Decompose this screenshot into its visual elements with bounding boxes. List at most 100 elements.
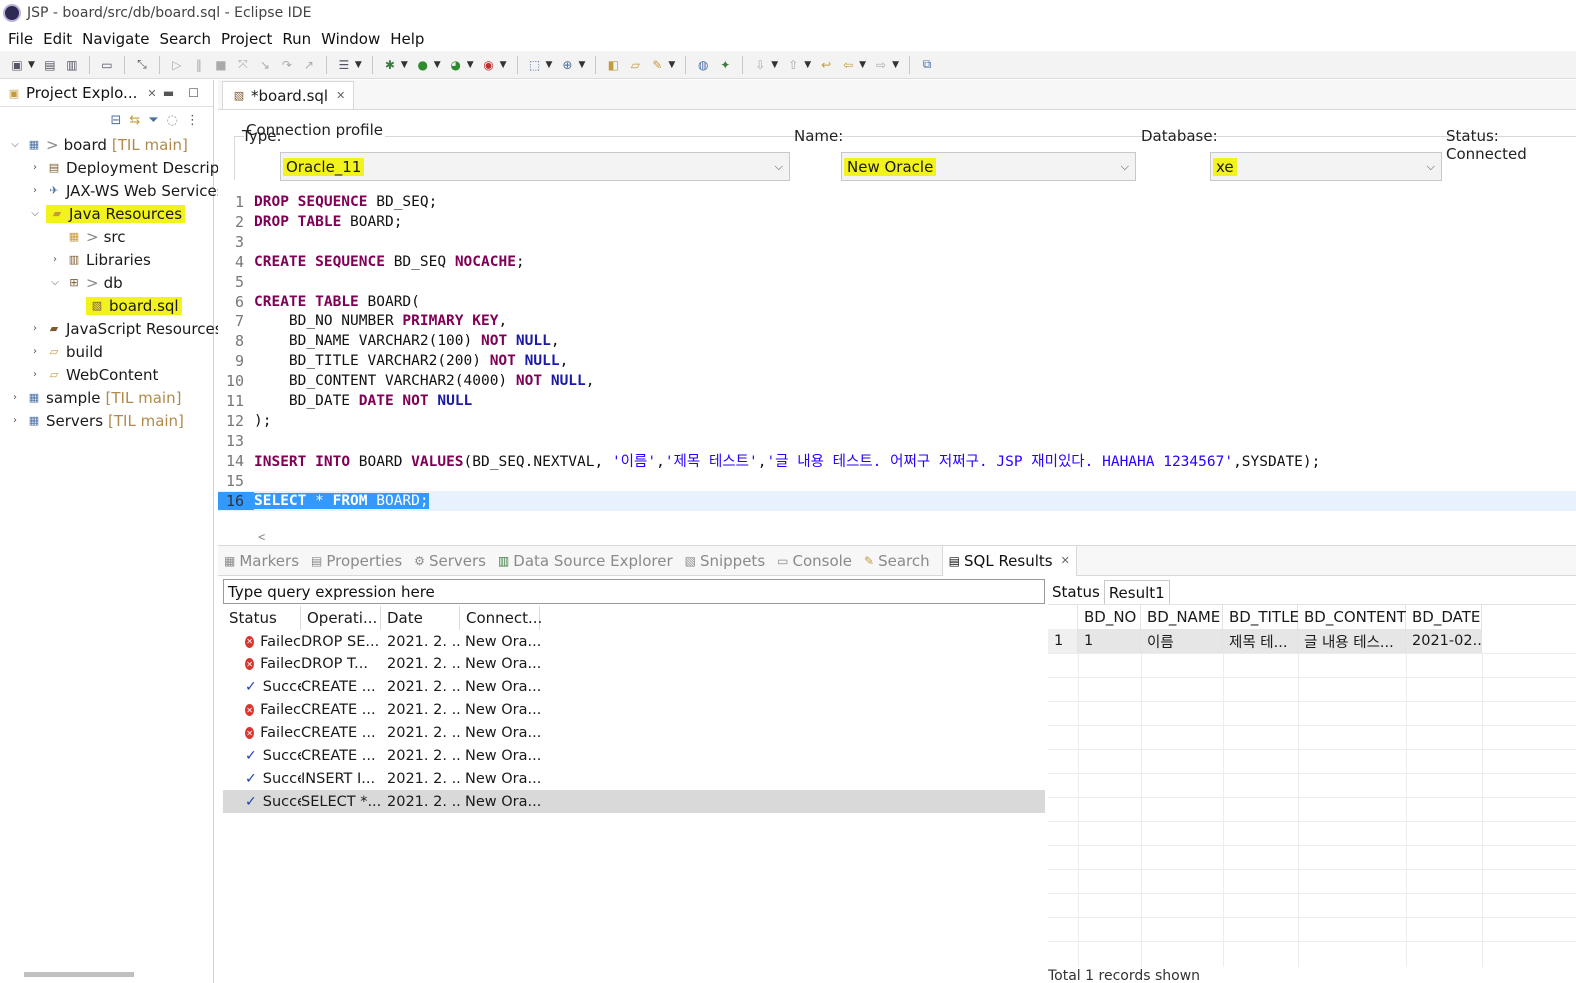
terminate-icon[interactable]: ■ xyxy=(212,56,230,74)
step-over-icon[interactable]: ↷ xyxy=(278,56,296,74)
link-with-editor-icon[interactable]: ⇆ xyxy=(129,113,140,128)
tab-board-sql[interactable]: ▧ *board.sql ✕ xyxy=(222,81,355,109)
cell-bd-name[interactable]: 이름 xyxy=(1141,629,1223,653)
minimize-icon[interactable]: ▬ xyxy=(163,86,174,100)
code-line[interactable]: 3 xyxy=(218,232,1576,252)
tree-item-board[interactable]: ⌵ ▦ > board [TIL main] xyxy=(8,133,188,156)
close-icon[interactable]: ✕ xyxy=(147,87,156,100)
tree-item-webcontent[interactable]: › ▱ WebContent xyxy=(28,363,158,386)
run-dropdown-icon[interactable]: ▼ xyxy=(434,60,441,70)
name-select[interactable]: New Oracle ⌵ xyxy=(841,152,1136,181)
expanded-chevron-icon[interactable]: ⌵ xyxy=(28,208,42,219)
tab-markers[interactable]: ▦ Markers xyxy=(224,552,299,570)
code-line[interactable]: 14 INSERT INTO BOARD VALUES(BD_SEQ.NEXTVA… xyxy=(218,451,1576,471)
run-icon[interactable]: ● xyxy=(414,56,432,74)
coverage-icon[interactable]: ◕ xyxy=(447,56,465,74)
code-line[interactable]: 11 BD_DATE DATE NOT NULL xyxy=(218,391,1576,411)
execute-sql-dropdown-icon[interactable]: ▼ xyxy=(355,60,362,70)
menu-window[interactable]: Window xyxy=(316,30,385,48)
tree-item-sample[interactable]: › ▦ sample [TIL main] xyxy=(8,386,181,409)
code-line[interactable]: 7 BD_NO NUMBER PRIMARY KEY, xyxy=(218,311,1576,331)
menu-search[interactable]: Search xyxy=(154,30,216,48)
cell-bd-content[interactable]: 글 내용 테스... xyxy=(1298,629,1406,653)
maximize-icon[interactable]: ☐ xyxy=(188,86,199,100)
code-line[interactable]: 4 CREATE SEQUENCE BD_SEQ NOCACHE; xyxy=(218,252,1576,272)
console-icon[interactable]: ▭ xyxy=(98,56,116,74)
menu-navigate[interactable]: Navigate xyxy=(77,30,154,48)
tab-result-status[interactable]: Status xyxy=(1048,580,1104,604)
col-status[interactable]: Status xyxy=(223,606,301,630)
previous-annotation-icon[interactable]: ⇧ xyxy=(784,56,802,74)
open-perspective-icon[interactable]: ⧉ xyxy=(918,56,936,74)
step-return-icon[interactable]: ↗ xyxy=(300,56,318,74)
annotation-icon[interactable]: ✦ xyxy=(716,56,734,74)
save-icon[interactable]: ▤ xyxy=(41,56,59,74)
history-row[interactable]: ✕ Failec DROP SE... 2021. 2. ... New Ora... xyxy=(223,630,1045,653)
collapsed-chevron-icon[interactable]: › xyxy=(28,185,42,196)
new-class-icon[interactable]: ⊕ xyxy=(558,56,576,74)
cell-bd-no[interactable]: 1 xyxy=(1078,629,1141,653)
tree-item-libraries[interactable]: › ▥ Libraries xyxy=(48,248,151,271)
collapsed-chevron-icon[interactable]: › xyxy=(28,162,42,173)
tree-item-jax-ws[interactable]: › ✈ JAX-WS Web Services xyxy=(28,179,225,202)
tree-item-javascript-resources[interactable]: › ▰ JavaScript Resources xyxy=(28,317,223,340)
globe-icon[interactable]: ◍ xyxy=(694,56,712,74)
code-line[interactable]: 1 DROP SEQUENCE BD_SEQ; xyxy=(218,192,1576,212)
collapsed-chevron-icon[interactable]: › xyxy=(28,346,42,357)
history-row[interactable]: ✕ Failec DROP T... 2021. 2. ... New Ora... xyxy=(223,653,1045,676)
suspend-icon[interactable]: ‖ xyxy=(190,56,208,74)
tree-item-board-sql[interactable]: ▧ board.sql xyxy=(86,294,182,317)
view-menu-icon[interactable]: ⋮ xyxy=(186,113,199,128)
save-all-icon[interactable]: ▥ xyxy=(63,56,81,74)
execute-sql-icon[interactable]: ☰ xyxy=(335,56,353,74)
tree-item-db[interactable]: ⌵ ⊞ > db xyxy=(48,271,122,294)
history-row[interactable]: ✕ Failec CREATE ... 2021. 2. ... New Ora... xyxy=(223,699,1045,722)
code-line[interactable]: 10 BD_CONTENT VARCHAR2(4000) NOT NULL, xyxy=(218,371,1576,391)
code-line[interactable]: 13 xyxy=(218,431,1576,451)
collapsed-chevron-icon[interactable]: › xyxy=(8,392,22,403)
last-edit-icon[interactable]: ↩ xyxy=(817,56,835,74)
cell-bd-title[interactable]: 제목 테... xyxy=(1223,629,1298,653)
open-folder-icon[interactable]: ▱ xyxy=(626,56,644,74)
resume-icon[interactable]: ▷ xyxy=(168,56,186,74)
external-tools-dropdown-icon[interactable]: ▼ xyxy=(500,60,507,70)
code-line[interactable]: 2 DROP TABLE BOARD; xyxy=(218,212,1576,232)
code-line[interactable]: 9 BD_TITLE VARCHAR2(200) NOT NULL, xyxy=(218,351,1576,371)
close-icon[interactable]: ✕ xyxy=(1061,554,1070,567)
search-tool-dropdown-icon[interactable]: ▼ xyxy=(668,60,675,70)
skip-breakpoints-icon[interactable]: ⤡ xyxy=(133,56,151,74)
menu-help[interactable]: Help xyxy=(385,30,429,48)
search-tool-icon[interactable]: ✎ xyxy=(648,56,666,74)
back-icon[interactable]: ⇦ xyxy=(839,56,857,74)
history-row[interactable]: ✓ SucceCREATE ... 2021. 2. ...New Ora... xyxy=(223,676,1045,699)
code-line[interactable]: 15 xyxy=(218,471,1576,491)
tab-project-explorer[interactable]: ▣ Project Explo... ✕ xyxy=(0,80,163,107)
collapsed-chevron-icon[interactable]: › xyxy=(28,369,42,380)
next-annotation-dropdown-icon[interactable]: ▼ xyxy=(771,60,778,70)
history-row[interactable]: ✓ SucceINSERT I... 2021. 2. ...New Ora... xyxy=(223,767,1045,790)
collapsed-chevron-icon[interactable]: › xyxy=(8,415,22,426)
debug-icon[interactable]: ✱ xyxy=(381,56,399,74)
close-icon[interactable]: ✕ xyxy=(336,89,345,102)
collapsed-chevron-icon[interactable]: › xyxy=(28,323,42,334)
tab-servers[interactable]: ⚙ Servers xyxy=(414,552,486,570)
menu-file[interactable]: File xyxy=(3,30,38,48)
forward-icon[interactable]: ⇨ xyxy=(872,56,890,74)
expanded-chevron-icon[interactable]: ⌵ xyxy=(8,139,22,150)
col-bd-title[interactable]: BD_TITLE xyxy=(1223,605,1299,629)
tree-item-src[interactable]: ▦ > src xyxy=(66,225,126,248)
col-bd-name[interactable]: BD_NAME xyxy=(1141,605,1223,629)
tree-item-deployment-descriptor[interactable]: › ▤ Deployment Descript xyxy=(28,156,225,179)
new-server-icon[interactable]: ⬚ xyxy=(526,56,544,74)
menu-edit[interactable]: Edit xyxy=(38,30,77,48)
col-operation[interactable]: Operati... xyxy=(301,606,381,630)
tab-data-source-explorer[interactable]: ▥ Data Source Explorer xyxy=(498,552,673,570)
new-server-dropdown-icon[interactable]: ▼ xyxy=(546,60,553,70)
cell-bd-date[interactable]: 2021-02... xyxy=(1406,629,1482,653)
code-area[interactable]: 1 DROP SEQUENCE BD_SEQ; 2 DROP TABLE BOARD;… xyxy=(218,192,1576,544)
next-annotation-icon[interactable]: ⇩ xyxy=(751,56,769,74)
code-line[interactable]: 6 CREATE TABLE BOARD( xyxy=(218,292,1576,312)
focus-icon[interactable]: ◌ xyxy=(167,113,178,128)
col-bd-date[interactable]: BD_DATE xyxy=(1406,605,1482,629)
tree-item-servers[interactable]: › ▦ Servers [TIL main] xyxy=(8,409,184,432)
